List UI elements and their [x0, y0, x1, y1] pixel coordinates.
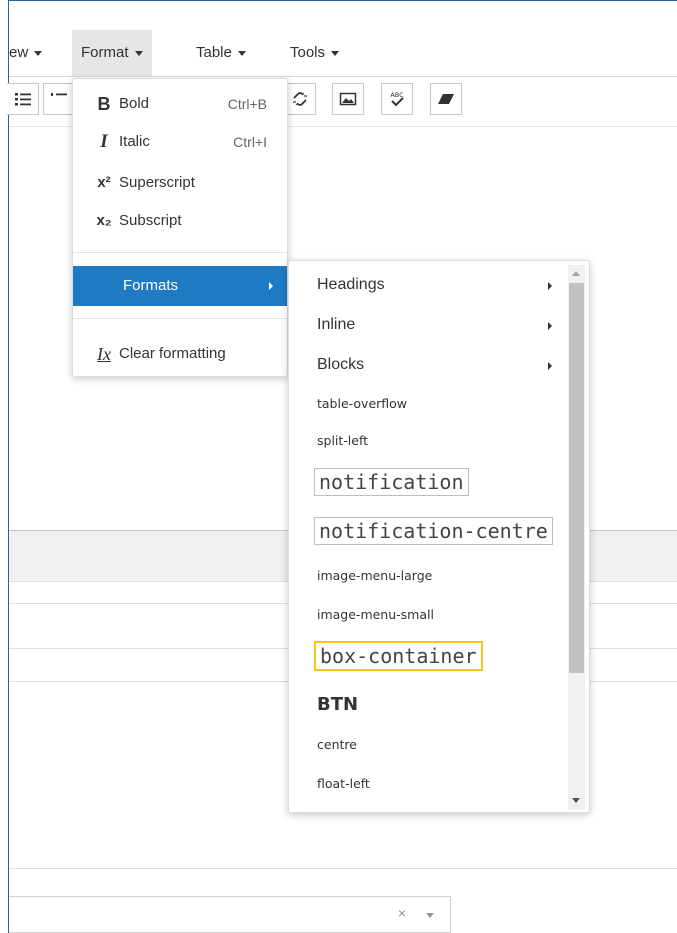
- chevron-down-icon: [34, 50, 43, 56]
- chevron-right-icon: [269, 282, 273, 290]
- subscript-icon: x₂: [96, 212, 112, 229]
- numbered-list-button[interactable]: [43, 83, 75, 115]
- italic-icon: I: [100, 131, 108, 152]
- scroll-down-arrow-icon[interactable]: [572, 798, 580, 803]
- menu-view[interactable]: ew: [0, 30, 51, 76]
- scrollbar-thumb[interactable]: [569, 283, 584, 673]
- numbered-list-icon: [51, 93, 67, 96]
- submenu-item-btn[interactable]: BTN: [317, 694, 567, 715]
- submenu-item-box-container-label: box-container: [314, 641, 483, 671]
- submenu-item-headings-label: Headings: [317, 276, 385, 293]
- menu-table-label: Table: [196, 44, 232, 61]
- menu-item-subscript[interactable]: x₂ Subscript: [73, 202, 287, 240]
- submenu-item-headings[interactable]: Headings: [317, 276, 567, 294]
- select-field[interactable]: ×: [9, 896, 451, 933]
- menu-item-clear-formatting-label: Clear formatting: [119, 345, 226, 362]
- bullet-list-button[interactable]: [7, 83, 39, 115]
- clear-formatting-icon: Ix: [97, 344, 111, 364]
- submenu-item-notification-centre-label: notification-centre: [314, 517, 553, 545]
- submenu-item-inline[interactable]: Inline: [317, 316, 567, 334]
- format-menu: B Bold Ctrl+B I Italic Ctrl+I x² Supersc…: [72, 78, 288, 377]
- menu-separator: [73, 252, 287, 253]
- menu-format[interactable]: Format: [72, 30, 152, 76]
- eraser-icon: [438, 94, 454, 104]
- submenu-item-image-menu-small-label: image-menu-small: [317, 607, 434, 622]
- menu-item-bold-shortcut: Ctrl+B: [227, 96, 267, 112]
- chevron-down-icon[interactable]: [426, 913, 434, 918]
- menu-item-italic[interactable]: I Italic Ctrl+I: [73, 123, 287, 161]
- superscript-icon: x²: [97, 174, 111, 191]
- bullet-list-icon: [14, 93, 31, 106]
- spellcheck-icon: ABC: [390, 91, 404, 107]
- submenu-item-notification-centre[interactable]: notification-centre: [314, 517, 564, 545]
- image-icon: [339, 92, 357, 106]
- submenu-item-inline-label: Inline: [317, 316, 356, 333]
- clear-icon[interactable]: ×: [398, 905, 406, 921]
- image-button[interactable]: [332, 83, 364, 115]
- menu-item-formats-label: Formats: [123, 277, 179, 294]
- menu-tools-label: Tools: [290, 44, 326, 61]
- chevron-down-icon: [237, 50, 246, 56]
- chevron-down-icon: [331, 50, 340, 56]
- submenu-item-blocks-label: Blocks: [317, 356, 365, 373]
- chevron-right-icon: [548, 322, 552, 330]
- submenu-item-notification-label: notification: [314, 468, 469, 496]
- chevron-down-icon: [134, 50, 143, 56]
- menu-separator: [73, 318, 287, 319]
- menu-item-italic-label: Italic: [119, 133, 150, 150]
- submenu-item-notification[interactable]: notification: [314, 468, 564, 496]
- submenu-item-table-overflow[interactable]: table-overflow: [317, 396, 567, 411]
- menubar: ew Format Table Tools: [9, 30, 677, 77]
- scroll-up-arrow-icon[interactable]: [572, 271, 580, 276]
- submenu-item-blocks[interactable]: Blocks: [317, 356, 567, 374]
- submenu-item-image-menu-small[interactable]: image-menu-small: [317, 607, 567, 622]
- menu-item-superscript-label: Superscript: [119, 174, 195, 191]
- spellcheck-button[interactable]: ABC: [381, 83, 413, 115]
- eraser-button[interactable]: [430, 83, 462, 115]
- submenu-item-centre[interactable]: centre: [317, 737, 567, 752]
- menu-item-superscript[interactable]: x² Superscript: [73, 164, 287, 202]
- submenu-item-image-menu-large-label: image-menu-large: [317, 568, 433, 583]
- menu-item-bold-label: Bold: [119, 95, 150, 112]
- submenu-item-float-left-label: float-left: [317, 776, 370, 791]
- menu-table[interactable]: Table: [187, 30, 255, 76]
- submenu-item-box-container[interactable]: box-container: [314, 641, 564, 671]
- formats-submenu: Headings Inline Blocks table-overflow sp…: [288, 260, 590, 813]
- menu-format-label: Format: [81, 44, 129, 61]
- menu-tools[interactable]: Tools: [281, 30, 348, 76]
- menu-item-subscript-label: Subscript: [119, 212, 182, 229]
- submenu-item-image-menu-large[interactable]: image-menu-large: [317, 568, 567, 583]
- divider: [9, 868, 677, 869]
- menu-view-label: ew: [9, 44, 29, 61]
- menu-item-italic-shortcut: Ctrl+I: [233, 134, 267, 150]
- bold-icon: B: [97, 94, 111, 114]
- submenu-item-split-left[interactable]: split-left: [317, 433, 567, 448]
- menu-item-bold[interactable]: B Bold Ctrl+B: [73, 85, 287, 123]
- submenu-item-float-left[interactable]: float-left: [317, 776, 567, 791]
- menu-item-formats[interactable]: Formats: [73, 266, 287, 306]
- unlink-button[interactable]: [284, 83, 316, 115]
- chevron-right-icon: [548, 362, 552, 370]
- submenu-item-split-left-label: split-left: [317, 433, 369, 448]
- menu-item-clear-formatting[interactable]: Ix Clear formatting: [73, 335, 287, 373]
- submenu-item-btn-label: BTN: [317, 694, 359, 715]
- submenu-item-centre-label: centre: [317, 737, 357, 752]
- submenu-item-table-overflow-label: table-overflow: [317, 396, 408, 411]
- unlink-icon: [293, 92, 307, 106]
- chevron-right-icon: [548, 282, 552, 290]
